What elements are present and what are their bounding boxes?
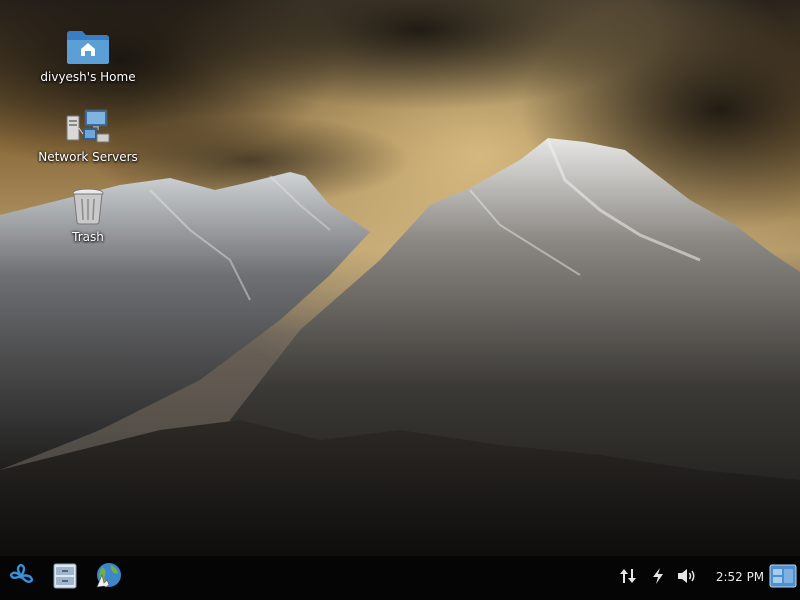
web-browser-icon (93, 561, 123, 595)
desktop-icon-label: divyesh's Home (40, 70, 136, 84)
network-transfer-icon (619, 567, 637, 589)
desktop-icon-label: Network Servers (38, 150, 138, 164)
trash-icon (68, 186, 108, 226)
volume-tray-button[interactable] (677, 568, 697, 588)
taskbar: 2:52 PM (0, 556, 800, 600)
power-tray-button[interactable] (648, 568, 668, 588)
show-desktop-icon (769, 564, 797, 592)
desktop-icon-home[interactable]: divyesh's Home (33, 28, 143, 84)
start-menu-icon (6, 561, 36, 595)
home-folder-icon (65, 28, 111, 66)
desktop-icon-network-servers[interactable]: Network Servers (33, 108, 143, 164)
start-menu-button[interactable] (5, 562, 37, 594)
file-manager-button[interactable] (49, 562, 81, 594)
volume-icon (677, 567, 697, 589)
web-browser-button[interactable] (92, 562, 124, 594)
show-desktop-button[interactable] (768, 564, 798, 592)
desktop[interactable]: divyesh's Home Network Servers Trash (0, 0, 800, 556)
desktop-icon-label: Trash (72, 230, 104, 244)
clock[interactable]: 2:52 PM (712, 570, 768, 584)
desktop-icon-trash[interactable]: Trash (33, 186, 143, 244)
network-tray-button[interactable] (618, 568, 638, 588)
file-manager-icon (51, 562, 79, 594)
power-icon (651, 567, 665, 589)
network-servers-icon (65, 108, 111, 146)
